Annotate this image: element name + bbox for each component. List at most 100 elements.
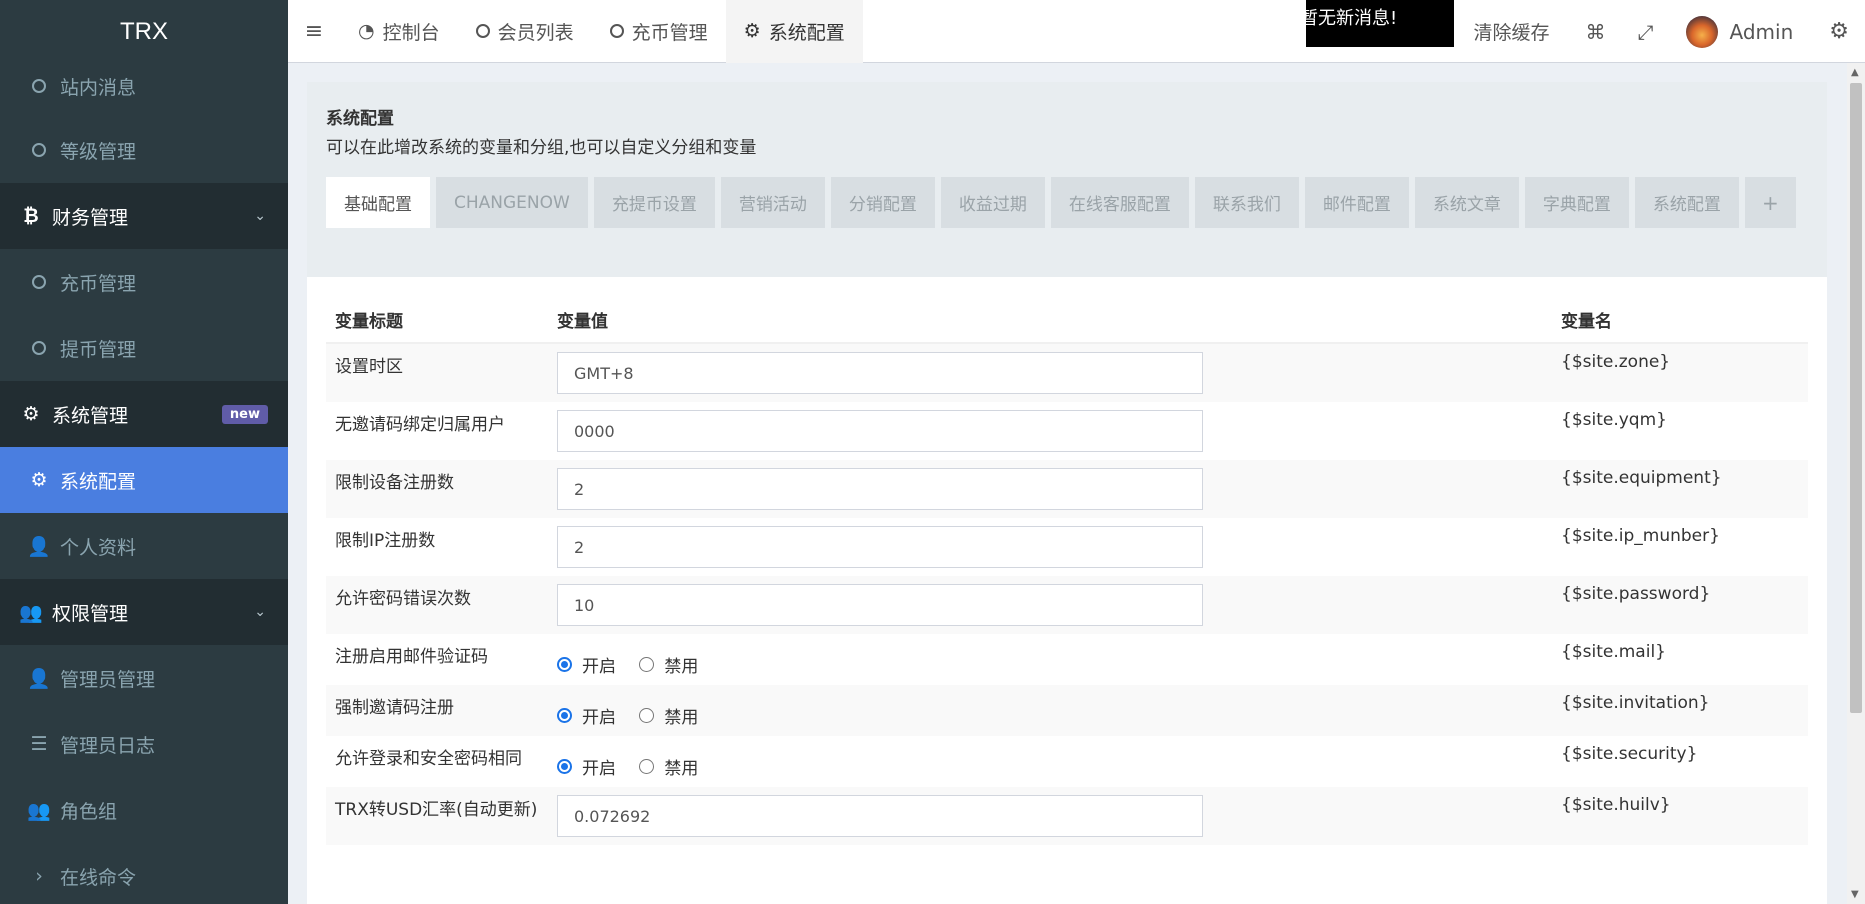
panel-header: 系统配置 可以在此增改系统的变量和分组,也可以自定义分组和变量 基础配置 CHA… — [307, 82, 1827, 277]
radio-checked-icon — [557, 657, 572, 672]
row-var-name: {$site.password} — [1552, 576, 1808, 634]
value-input[interactable]: 2 — [557, 468, 1203, 510]
value-input[interactable]: 2 — [557, 526, 1203, 568]
row-title: 强制邀请码注册 — [326, 685, 548, 736]
row-var-name: {$site.security} — [1561, 744, 1698, 764]
table-row: 允许登录和安全密码相同 开启 禁用 {$site.security} — [326, 736, 1808, 787]
sidebar-item-label: 提币管理 — [60, 338, 137, 361]
config-tab[interactable]: 收益过期 — [940, 177, 1045, 228]
radio-enable[interactable]: 开启 — [557, 652, 616, 677]
scrollbar[interactable]: ▲ ▼ — [1847, 63, 1865, 904]
translate-icon[interactable]: ⌘ — [1586, 20, 1606, 44]
config-tab[interactable]: 分销配置 — [830, 177, 935, 228]
settings-gears-icon[interactable]: ⚙ — [1829, 19, 1849, 44]
sidebar-item-label: 充币管理 — [60, 272, 137, 295]
sidebar-item-label: 角色组 — [60, 800, 118, 823]
sidebar-item-admins[interactable]: 👤 管理员管理 — [0, 645, 288, 711]
config-tabs: 基础配置 CHANGENOW 充提币设置 营销活动 分销配置 收益过期 在线客服… — [326, 177, 1808, 228]
config-tab[interactable]: 字典配置 — [1524, 177, 1629, 228]
sidebar-item-deposit[interactable]: 充币管理 — [0, 249, 288, 315]
radio-label: 开启 — [582, 759, 616, 779]
row-title: TRX转USD汇率(自动更新) — [326, 787, 548, 845]
clear-cache-button[interactable]: 清除缓存 — [1474, 18, 1550, 45]
radio-unchecked-icon — [639, 759, 655, 774]
config-tab[interactable]: 营销活动 — [720, 177, 825, 228]
sidebar-item-admin-log[interactable]: ☰ 管理员日志 — [0, 711, 288, 777]
terminal-icon: › — [35, 865, 43, 887]
table-row: 设置时区 GMT+8 {$site.zone} — [326, 343, 1808, 402]
scroll-up-icon[interactable]: ▲ — [1851, 67, 1859, 78]
row-var-name: {$site.zone} — [1552, 343, 1808, 402]
value-input[interactable]: 0000 — [557, 410, 1203, 452]
row-var-name: {$site.equipment} — [1552, 460, 1808, 518]
column-header-value: 变量值 — [548, 297, 1552, 344]
config-tab[interactable]: 系统文章 — [1414, 177, 1519, 228]
users-icon: 👥 — [19, 601, 43, 624]
radio-disable[interactable]: 禁用 — [639, 652, 698, 677]
tab-label: 控制台 — [382, 21, 440, 44]
tab-deposit[interactable]: 充币管理 — [592, 0, 726, 63]
sidebar-item-roles[interactable]: 👥 角色组 — [0, 777, 288, 843]
value-input[interactable]: GMT+8 — [557, 352, 1203, 394]
main-content: 系统配置 可以在此增改系统的变量和分组,也可以自定义分组和变量 基础配置 CHA… — [307, 82, 1827, 904]
sidebar-item-finance[interactable]: ₿ 财务管理 ⌄ — [0, 183, 288, 249]
radio-disable[interactable]: 禁用 — [639, 754, 698, 779]
sidebar-item-permissions[interactable]: 👥 权限管理 ⌄ — [0, 579, 288, 645]
circle-icon — [28, 79, 50, 93]
radio-unchecked-icon — [639, 657, 655, 672]
config-tab[interactable]: CHANGENOW — [436, 177, 588, 228]
row-var-name: {$site.mail} — [1561, 642, 1666, 662]
sidebar-item-system[interactable]: ⚙ 系统管理 new — [0, 381, 288, 447]
circle-icon — [28, 143, 50, 157]
sidebar-item-profile[interactable]: 👤 个人资料 — [0, 513, 288, 579]
user-name[interactable]: Admin — [1730, 20, 1794, 44]
table-row: 强制邀请码注册 开启 禁用 {$site.invitation} — [326, 685, 1808, 736]
config-tab[interactable]: 系统配置 — [1634, 177, 1739, 228]
radio-disable[interactable]: 禁用 — [639, 703, 698, 728]
avatar[interactable] — [1685, 15, 1718, 48]
config-tab[interactable]: 基础配置 — [326, 177, 430, 228]
radio-checked-icon — [557, 759, 572, 774]
row-title: 限制IP注册数 — [335, 531, 436, 551]
tab-system-config[interactable]: ⚙ 系统配置 — [725, 0, 863, 63]
chevron-down-icon: ⌄ — [254, 604, 266, 620]
sidebar-item-label: 个人资料 — [60, 536, 137, 559]
page-title: 系统配置 — [326, 109, 394, 129]
config-tab[interactable]: 充提币设置 — [593, 177, 715, 228]
table-row: 限制设备注册数 2 {$site.equipment} — [326, 460, 1808, 518]
config-tab[interactable]: 联系我们 — [1194, 177, 1299, 228]
value-input[interactable]: 10 — [557, 584, 1203, 626]
sidebar-item-system-config[interactable]: ⚙ 系统配置 — [0, 447, 288, 513]
sidebar-item-online-command[interactable]: › 在线命令 — [0, 843, 288, 904]
add-tab-button[interactable]: + — [1744, 177, 1796, 228]
radio-enable[interactable]: 开启 — [557, 703, 616, 728]
app-logo[interactable]: TRX — [0, 0, 288, 63]
circle-icon — [609, 24, 624, 38]
value-input[interactable]: 0.072692 — [557, 795, 1203, 837]
bitcoin-icon: ₿ — [23, 204, 39, 227]
users-icon: 👥 — [27, 799, 51, 822]
column-header-name: 变量名 — [1552, 297, 1808, 344]
sidebar-item-label: 权限管理 — [52, 602, 129, 625]
radio-label: 禁用 — [664, 708, 699, 728]
list-icon: ☰ — [30, 733, 48, 755]
row-var-name: {$site.huilv} — [1552, 787, 1808, 845]
tab-members[interactable]: 会员列表 — [458, 0, 592, 63]
config-tab[interactable]: 邮件配置 — [1304, 177, 1409, 228]
sidebar-item-label: 在线命令 — [60, 866, 137, 889]
fullscreen-icon[interactable]: ⤢ — [1638, 20, 1654, 44]
menu-toggle-icon[interactable]: ≡ — [288, 19, 340, 44]
table-row: 注册启用邮件验证码 开启 禁用 {$site.mail} — [326, 634, 1808, 685]
config-tab[interactable]: 在线客服配置 — [1050, 177, 1189, 228]
sidebar: TRX 站内消息 等级管理 ₿ 财务管理 ⌄ 充币管理 提币管理 ⚙ 系统管理 … — [0, 0, 288, 904]
sidebar-item-levels[interactable]: 等级管理 — [0, 117, 288, 183]
radio-enable[interactable]: 开启 — [557, 754, 616, 779]
sidebar-item-messages[interactable]: 站内消息 — [0, 55, 288, 117]
scrollbar-thumb[interactable] — [1850, 83, 1862, 713]
sidebar-item-withdraw[interactable]: 提币管理 — [0, 315, 288, 381]
scroll-down-icon[interactable]: ▼ — [1851, 889, 1859, 900]
sidebar-item-label: 管理员管理 — [60, 668, 156, 691]
sidebar-item-label: 财务管理 — [52, 206, 129, 229]
notice-banner: 暂无新消息! — [1306, 0, 1454, 47]
tab-dashboard[interactable]: ◔ 控制台 — [340, 0, 458, 63]
